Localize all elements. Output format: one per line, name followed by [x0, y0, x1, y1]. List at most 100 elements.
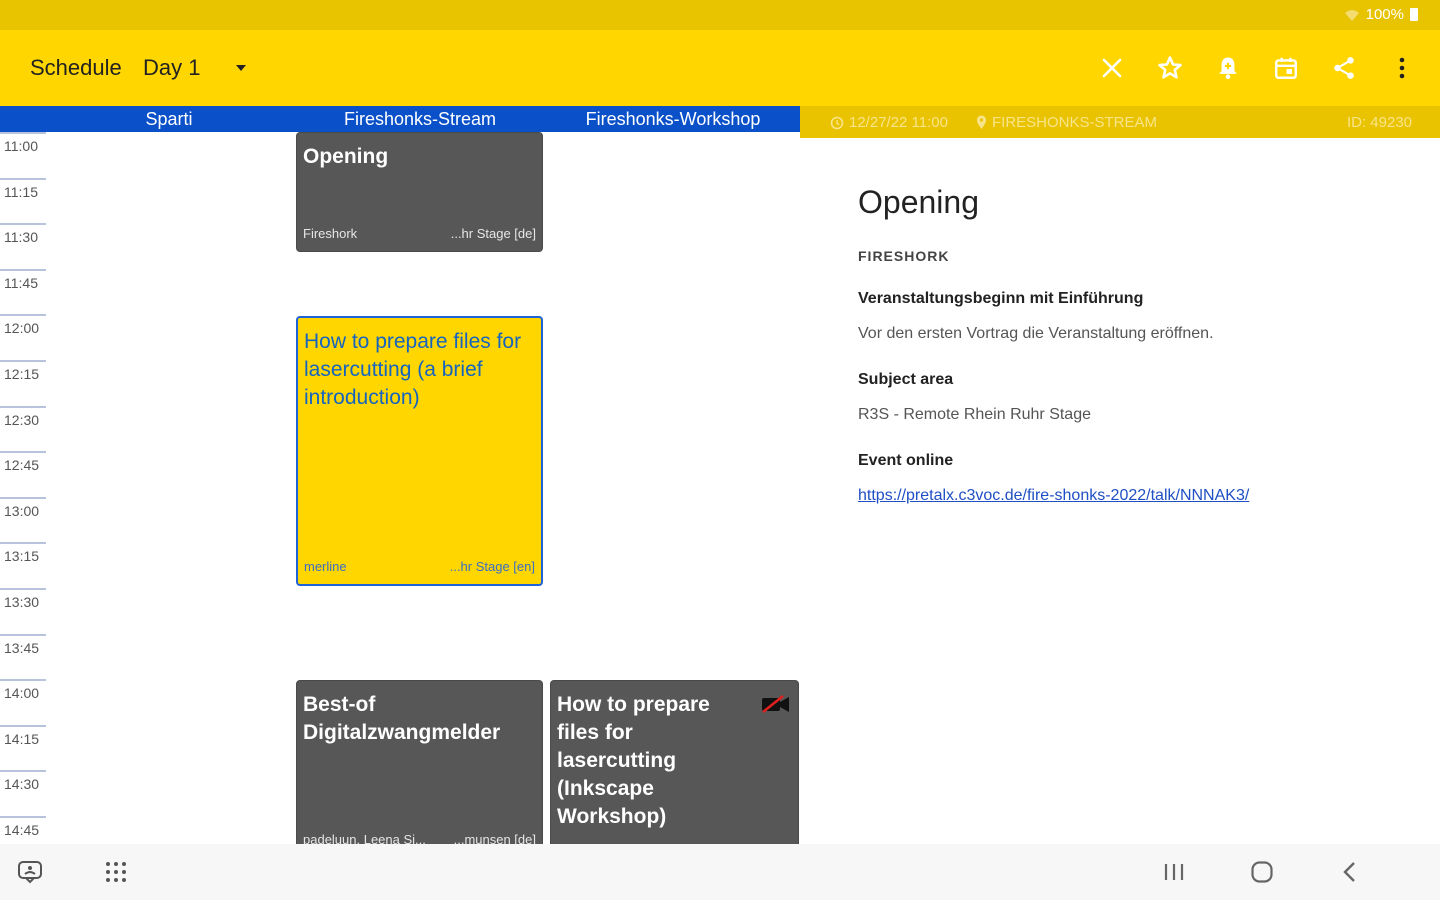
schedule-grid[interactable]: 11:00 11:15 11:30 11:45 12:00 12:15 12:30 12:45… — [0, 132, 800, 844]
no-recording-icon — [762, 694, 789, 714]
time-divider — [0, 268, 46, 271]
time-divider — [0, 588, 46, 590]
time-divider — [0, 679, 46, 682]
calendar-icon — [1275, 57, 1297, 79]
time-label: 14:15 — [4, 730, 40, 747]
detail-abstract: Vor den ersten Vortrag die Veranstaltung… — [858, 325, 1214, 342]
event-card-lasercutting-intro[interactable]: How to prepare files for lasercutting (a… — [296, 316, 543, 586]
more-vert-icon — [1399, 57, 1405, 79]
detail-speaker: FIRESHORK — [858, 248, 950, 264]
room-header-sparti: Sparti — [145, 109, 193, 129]
time-divider — [0, 223, 46, 226]
time-label: 11:45 — [4, 274, 38, 291]
event-speaker: merline — [304, 559, 347, 574]
alarm-add-icon — [1219, 57, 1237, 80]
home-button[interactable] — [1246, 856, 1278, 888]
add-to-calendar-button[interactable] — [1266, 48, 1306, 88]
event-room: ...munsen [de] — [453, 832, 536, 844]
time-label: 12:45 — [4, 457, 40, 474]
subject-area-label: Subject area — [858, 371, 954, 388]
event-room: ...hr Stage [en] — [449, 559, 535, 574]
subject-area-value: R3S - Remote Rhein Ruhr Stage — [858, 406, 1091, 423]
event-title: How to prepare files for lasercutting (a… — [304, 330, 522, 409]
share-icon — [1334, 57, 1354, 79]
status-icons: 100% — [1344, 6, 1418, 23]
time-label: 14:45 — [4, 822, 40, 838]
room-header-fireshonks-stream: Fireshonks-Stream — [343, 109, 497, 129]
star-icon — [1158, 56, 1182, 79]
share-button[interactable] — [1324, 48, 1364, 88]
location-pin-icon — [977, 115, 986, 129]
time-divider — [0, 360, 46, 362]
battery-percentage: 100% — [1365, 6, 1404, 23]
recent-apps-button[interactable] — [1158, 856, 1190, 888]
app-title: Schedule — [30, 55, 122, 80]
favorite-button[interactable] — [1150, 48, 1190, 88]
event-online-link[interactable]: https://pretalx.c3voc.de/fire-shonks-202… — [858, 487, 1249, 505]
time-divider — [0, 405, 46, 408]
time-label: 11:30 — [4, 229, 38, 246]
back-button[interactable] — [1334, 856, 1366, 888]
time-divider — [0, 816, 46, 818]
close-button[interactable] — [1092, 48, 1132, 88]
time-divider — [0, 542, 46, 545]
time-label: 12:00 — [4, 320, 40, 337]
feedback-icon — [18, 861, 42, 884]
event-card-opening[interactable]: Opening Fireshork ...hr Stage [de] — [296, 132, 543, 252]
event-card-lasercutting-workshop[interactable]: How to prepare files for lasercutting (I… — [550, 680, 799, 844]
apps-grid-icon — [106, 862, 126, 882]
detail-room-text: FIRESHONKS-STREAM — [992, 114, 1158, 131]
wifi-icon — [1344, 9, 1359, 21]
app-bar-actions — [1092, 48, 1422, 88]
detail-title: Opening — [858, 184, 979, 220]
room-header-fireshonks-workshop: Fireshonks-Workshop — [585, 109, 761, 129]
event-room: ...hr Stage [de] — [450, 226, 536, 241]
detail-datetime: 12/27/22 11:00 — [830, 114, 948, 131]
event-title: How to prepare files for lasercutting (I… — [557, 693, 710, 828]
time-divider — [0, 314, 46, 317]
time-label: 14:30 — [4, 776, 40, 793]
app-bar: Schedule Day 1 — [0, 30, 1440, 106]
time-divider — [0, 724, 46, 727]
set-alarm-button[interactable] — [1208, 48, 1248, 88]
app-drawer-button[interactable] — [100, 856, 132, 888]
time-label: 11:15 — [4, 183, 38, 200]
time-label: 14:00 — [4, 685, 40, 702]
app-screen: 100% Schedule Day 1 Sparti Fireshonks-St… — [0, 0, 1440, 900]
time-divider — [0, 770, 46, 773]
time-divider — [0, 633, 46, 636]
event-title: Opening — [303, 145, 389, 168]
day-selector[interactable]: Day 1 — [143, 55, 200, 81]
close-icon — [1102, 58, 1122, 78]
room-header-bar: Sparti Fireshonks-Stream Fireshonks-Work… — [0, 106, 800, 132]
detail-meta-bar: 12/27/22 11:00 FIRESHONKS-STREAM ID: 492… — [800, 106, 1440, 138]
event-detail-pane: Opening FIRESHORK Veranstaltungsbeginn m… — [800, 138, 1440, 844]
back-icon — [1343, 862, 1355, 882]
event-title: Best-of Digitalzwangmelder — [303, 693, 501, 744]
time-label: 13:00 — [4, 502, 40, 519]
time-label: 13:45 — [4, 639, 40, 656]
home-icon — [1251, 861, 1273, 883]
detail-datetime-text: 12/27/22 11:00 — [849, 114, 948, 131]
status-bar: 100% — [0, 0, 1440, 30]
event-footer: Fireshork ...hr Stage [de] — [303, 226, 536, 241]
detail-id: ID: 49230 — [1346, 114, 1412, 131]
time-label: 12:30 — [4, 411, 40, 428]
recents-icon — [1164, 864, 1184, 880]
event-online-label: Event online — [858, 452, 954, 469]
day-dropdown-button[interactable] — [228, 56, 254, 80]
battery-icon — [1410, 8, 1418, 21]
screenshot-tool-button[interactable] — [14, 856, 46, 888]
time-divider — [0, 451, 46, 454]
time-label: 13:30 — [4, 594, 40, 610]
detail-subtitle: Veranstaltungsbeginn mit Einführung — [858, 290, 1144, 307]
time-divider — [0, 132, 46, 134]
time-label: 13:15 — [4, 548, 40, 565]
system-nav-bar — [0, 844, 1440, 900]
event-card-best-of-digitalzwangmelder[interactable]: Best-of Digitalzwangmelder padeluun, Lee… — [296, 680, 543, 844]
arrow-drop-down-icon — [236, 65, 246, 71]
overflow-menu-button[interactable] — [1382, 48, 1422, 88]
event-footer: merline ...hr Stage [en] — [304, 559, 535, 574]
clock-icon — [830, 116, 844, 129]
time-label: 11:00 — [4, 138, 38, 154]
